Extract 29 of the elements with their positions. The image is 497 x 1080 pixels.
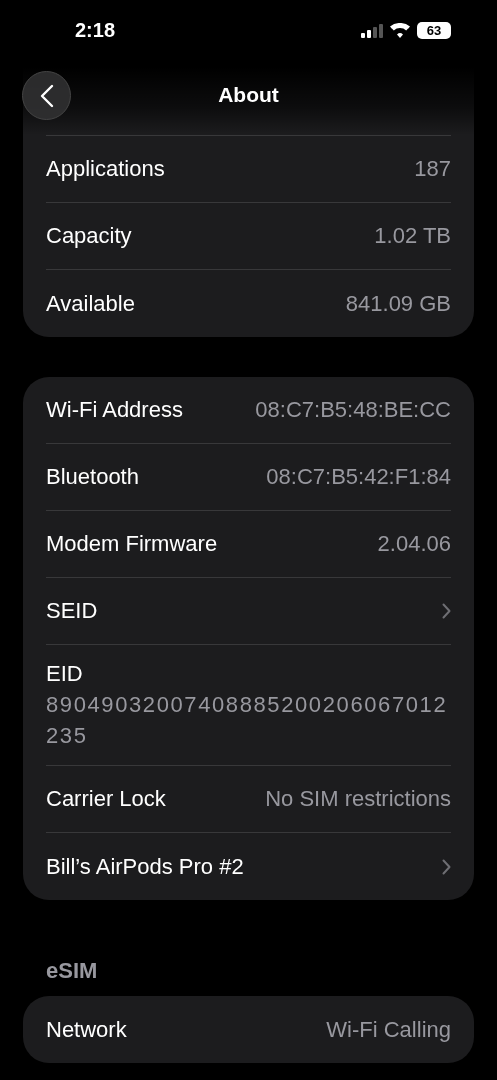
signal-icon xyxy=(361,23,383,38)
row-label: Bill’s AirPods Pro #2 xyxy=(46,853,244,880)
chevron-right-icon xyxy=(442,858,451,875)
row-label: Available xyxy=(46,290,135,317)
row-value: 2.04.06 xyxy=(377,531,451,557)
row-label: Carrier Lock xyxy=(46,786,166,812)
row-label: Wi-Fi Address xyxy=(46,397,183,423)
row-label: EID xyxy=(46,661,83,687)
row-value: 841.09 GB xyxy=(345,290,451,317)
row-value: No SIM restrictions xyxy=(265,786,451,812)
row-value: 1.02 TB xyxy=(374,223,451,249)
row-label: SEID xyxy=(46,598,98,624)
row-value: 08:C7:B5:48:BE:CC xyxy=(255,397,451,423)
row-label: Modem Firmware xyxy=(46,531,218,557)
battery-icon: 63 xyxy=(417,22,451,39)
row-label: Applications xyxy=(46,156,165,182)
row-value: Wi-Fi Calling xyxy=(326,1016,451,1043)
row-label: Bluetooth xyxy=(46,464,139,490)
chevron-right-icon xyxy=(442,603,451,619)
page-title: About xyxy=(218,83,279,107)
row-label: Network xyxy=(46,1016,127,1043)
row-label: Capacity xyxy=(46,223,132,249)
section-header: eSIM xyxy=(45,958,99,985)
row-value: 187 xyxy=(414,156,451,182)
wifi-icon xyxy=(390,23,410,38)
row-value: 89049032007408885200206067012235 xyxy=(46,691,449,750)
chevron-left-icon xyxy=(39,83,54,108)
clock-time: 2:18 xyxy=(75,19,117,43)
row-value: 08:C7:B5:42:F1:84 xyxy=(266,464,451,490)
